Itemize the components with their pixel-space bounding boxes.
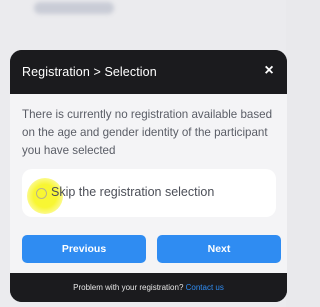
next-button[interactable]: Next: [157, 235, 281, 263]
footer-text: Problem with your registration?: [73, 283, 186, 292]
blurred-background-element: [34, 2, 114, 14]
modal-title: Registration > Selection: [22, 65, 157, 79]
skip-radio[interactable]: [36, 188, 47, 199]
skip-option-label-rest: the registration selection: [75, 185, 215, 199]
skip-option-label-bold: Skip: [51, 185, 76, 199]
skip-option-label[interactable]: Skip the registration selection: [51, 185, 214, 199]
previous-button[interactable]: Previous: [22, 235, 146, 263]
skip-option[interactable]: Skip the registration selection: [22, 169, 276, 217]
modal-footer: Problem with your registration? Contact …: [10, 273, 287, 302]
modal-header: Registration > Selection ×: [10, 50, 287, 94]
contact-us-link[interactable]: Contact us: [186, 283, 224, 292]
no-registration-message: There is currently no registration avail…: [22, 108, 273, 157]
close-icon[interactable]: ×: [261, 62, 277, 80]
modal-body: There is currently no registration avail…: [10, 94, 287, 273]
registration-modal: Registration > Selection × There is curr…: [10, 50, 287, 302]
